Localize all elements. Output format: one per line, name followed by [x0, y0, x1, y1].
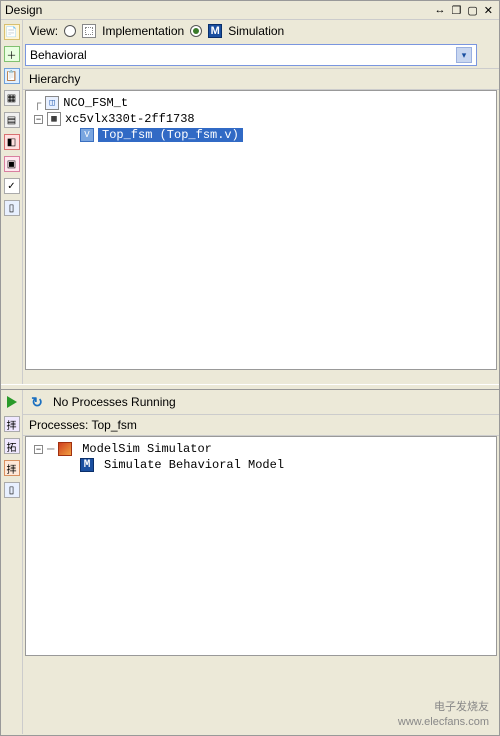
tree-project-row[interactable]: ┌ ◫ NCO_FSM_t — [30, 95, 492, 111]
new-source-icon[interactable]: 📄 — [4, 24, 20, 40]
chevron-down-icon: ▾ — [456, 47, 472, 63]
hierarchy-header: Hierarchy — [23, 68, 499, 90]
implementation-label[interactable]: Implementation — [102, 24, 184, 38]
close-button[interactable]: ✕ — [482, 4, 495, 17]
simulation-icon: M — [208, 24, 222, 38]
process-group-row[interactable]: − ─ ModelSim Simulator — [30, 441, 492, 457]
processes-tree[interactable]: − ─ ModelSim Simulator M Simulate Behavi… — [25, 436, 497, 656]
chip-sidebar-icon[interactable]: ▦ — [4, 90, 20, 106]
processes-target: Top_fsm — [91, 418, 136, 432]
implementation-radio[interactable] — [64, 25, 76, 37]
device-icon: ▦ — [47, 112, 61, 126]
proc-layout-icon[interactable]: ▯ — [4, 482, 20, 498]
design-panel: Design ↔ ❐ ▢ ✕ 📄 ＋ 📋 ▦ ▤ ◧ ▣ ✓ ▯ — [0, 0, 500, 736]
panel-title: Design — [5, 3, 42, 17]
project-icon: ◫ — [45, 96, 59, 110]
tree-device-row[interactable]: − ▦ xc5vlx330t-2ff1738 — [30, 111, 492, 127]
process-status-row: ↻ No Processes Running — [23, 390, 499, 414]
process-item-name: Simulate Behavioral Model — [104, 458, 284, 472]
group-expand-handle[interactable]: − — [34, 445, 43, 454]
proc-icon-1[interactable]: 拝 — [4, 416, 20, 432]
view-selector-row: View: Implementation M Simulation — [23, 20, 499, 42]
processes-header: Processes: Top_fsm — [23, 414, 499, 436]
red-sidebar-icon[interactable]: ◧ — [4, 134, 20, 150]
implementation-icon — [82, 24, 96, 38]
grid-sidebar-icon[interactable]: ▤ — [4, 112, 20, 128]
modelsim-tool-icon — [58, 442, 72, 456]
project-name: NCO_FSM_t — [63, 96, 128, 110]
verilog-icon: V — [80, 128, 94, 142]
tree-module-row[interactable]: V Top_fsm (Top_fsm.v) — [30, 127, 492, 143]
pink-sidebar-icon[interactable]: ▣ — [4, 156, 20, 172]
library-icon[interactable]: 📋 — [4, 68, 20, 84]
proc-icon-2[interactable]: 拓 — [4, 438, 20, 454]
dropdown-value: Behavioral — [30, 48, 87, 62]
simulation-radio[interactable] — [190, 25, 202, 37]
status-text: No Processes Running — [53, 395, 176, 409]
window-controls: ↔ ❐ ▢ ✕ — [433, 4, 496, 17]
device-name: xc5vlx330t-2ff1738 — [65, 112, 195, 126]
refresh-icon[interactable]: ↻ — [29, 394, 45, 410]
main-layout: 📄 ＋ 📋 ▦ ▤ ◧ ▣ ✓ ▯ View: Implementation — [1, 20, 499, 734]
run-icon[interactable] — [4, 394, 20, 410]
add-source-icon[interactable]: ＋ — [4, 46, 20, 62]
maximize-button[interactable]: ▢ — [465, 4, 479, 17]
hierarchy-tree[interactable]: ┌ ◫ NCO_FSM_t − ▦ xc5vlx330t-2ff1738 V T… — [25, 90, 497, 370]
layout-sidebar-icon[interactable]: ▯ — [4, 200, 20, 216]
simulation-label[interactable]: Simulation — [228, 24, 284, 38]
watermark: 电子发烧友 www.elecfans.com — [398, 700, 489, 729]
view-label: View: — [29, 24, 58, 38]
hierarchy-sidebar: 📄 ＋ 📋 ▦ ▤ ◧ ▣ ✓ ▯ — [1, 20, 23, 384]
check-sidebar-icon[interactable]: ✓ — [4, 178, 20, 194]
module-name: Top_fsm (Top_fsm.v) — [98, 128, 243, 142]
processes-sidebar: 拝 拓 拝 ▯ — [1, 390, 23, 734]
proc-icon-3[interactable]: 拝 — [4, 460, 20, 476]
panel-titlebar: Design ↔ ❐ ▢ ✕ — [1, 1, 499, 20]
process-item-row[interactable]: M Simulate Behavioral Model — [30, 457, 492, 473]
process-group-name: ModelSim Simulator — [82, 442, 212, 456]
modelsim-m-icon: M — [80, 458, 94, 472]
move-button[interactable]: ↔ — [433, 4, 448, 17]
restore-button[interactable]: ❐ — [450, 4, 464, 17]
simulation-type-dropdown[interactable]: Behavioral ▾ — [25, 44, 477, 66]
device-expand-handle[interactable]: − — [34, 115, 43, 124]
